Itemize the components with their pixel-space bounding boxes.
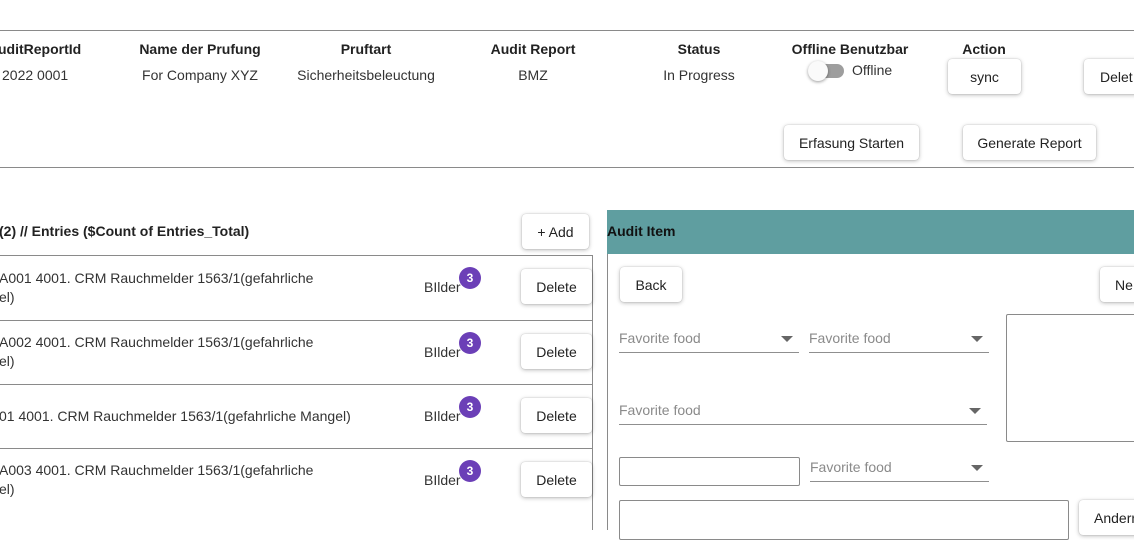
image-count-badge: 3 — [459, 460, 481, 482]
erfassung-starten-button[interactable]: Erfasung Starten — [784, 125, 919, 160]
select-placeholder: Favorite food — [619, 330, 701, 346]
select-placeholder: Favorite food — [809, 330, 891, 346]
cell-status: In Progress — [663, 67, 735, 83]
favorite-food-select-2[interactable]: Favorite food — [809, 325, 989, 353]
col-header-status: Status — [677, 41, 721, 57]
chevron-down-icon — [969, 408, 981, 414]
col-header-audit-report-id: uditReportId — [0, 41, 82, 57]
col-header-pruftart: Pruftart — [340, 41, 392, 57]
chevron-down-icon — [781, 336, 793, 342]
select-placeholder: Favorite food — [619, 402, 701, 418]
image-count-badge: 3 — [459, 396, 481, 418]
cell-name: For Company XYZ — [142, 67, 258, 83]
offline-label: Offline — [852, 62, 893, 78]
bilder-link[interactable]: BIlder — [424, 408, 461, 424]
cell-audit-report: BMZ — [518, 67, 548, 83]
favorite-food-select-1[interactable]: Favorite food — [619, 325, 799, 353]
entry-title: 01 4001. CRM Rauchmelder 1563/1(gefahrli… — [0, 408, 351, 424]
offline-toggle-knob — [808, 61, 828, 81]
favorite-food-select-4[interactable]: Favorite food — [810, 454, 989, 482]
bilder-link[interactable]: BIlder — [424, 279, 461, 295]
entry-title: A003 4001. CRM Rauchmelder 1563/1(gefahr… — [0, 462, 314, 478]
comment-input[interactable] — [619, 500, 1069, 540]
select-placeholder: Favorite food — [810, 459, 892, 475]
cell-report-id: 2022 0001 — [2, 67, 69, 83]
back-button[interactable]: Back — [620, 267, 682, 302]
row-divider — [0, 384, 592, 385]
next-button[interactable]: Ne — [1100, 267, 1134, 302]
bilder-link[interactable]: BIlder — [424, 472, 461, 488]
delete-report-button[interactable]: Delet — [1084, 59, 1134, 94]
delete-entry-button[interactable]: Delete — [521, 462, 592, 497]
bilder-link[interactable]: BIlder — [424, 344, 461, 360]
sync-button[interactable]: sync — [948, 59, 1021, 94]
entries-right-border — [592, 255, 593, 530]
text-input[interactable] — [619, 457, 800, 486]
col-header-offline: Offline Benutzbar — [791, 41, 909, 57]
row-divider — [0, 320, 592, 321]
chevron-down-icon — [971, 336, 983, 342]
entry-title-cont: el) — [0, 481, 15, 497]
entry-title-cont: el) — [0, 353, 15, 369]
generate-report-button[interactable]: Generate Report — [963, 125, 1096, 160]
col-header-action: Action — [962, 41, 1006, 57]
entries-title: (2) // Entries ($Count of Entries_Total) — [0, 223, 250, 239]
entries-top-divider — [0, 255, 592, 256]
audit-item-header: Audit Item — [607, 210, 1134, 254]
delete-entry-button[interactable]: Delete — [521, 398, 592, 433]
audit-item-title: Audit Item — [607, 223, 676, 239]
image-count-badge: 3 — [459, 332, 481, 354]
chevron-down-icon — [971, 465, 983, 471]
entry-title: A002 4001. CRM Rauchmelder 1563/1(gefahr… — [0, 334, 314, 350]
cell-pruftart: Sicherheitsbeleuctung — [297, 67, 435, 83]
favorite-food-select-3[interactable]: Favorite food — [619, 397, 987, 425]
image-count-badge: 3 — [459, 267, 481, 289]
audit-panel-left-border — [607, 254, 608, 530]
entry-title: A001 4001. CRM Rauchmelder 1563/1(gefahr… — [0, 270, 314, 286]
entry-title-cont: el) — [0, 289, 15, 305]
add-entry-button[interactable]: + Add — [522, 214, 589, 249]
col-header-name: Name der Prufung — [139, 41, 261, 57]
notes-textarea[interactable] — [1006, 314, 1134, 442]
header-divider — [0, 167, 1134, 168]
col-header-audit-report: Audit Report — [490, 41, 576, 57]
delete-entry-button[interactable]: Delete — [521, 334, 592, 369]
delete-entry-button[interactable]: Delete — [521, 269, 592, 304]
row-divider — [0, 448, 592, 449]
top-divider — [0, 30, 1134, 31]
